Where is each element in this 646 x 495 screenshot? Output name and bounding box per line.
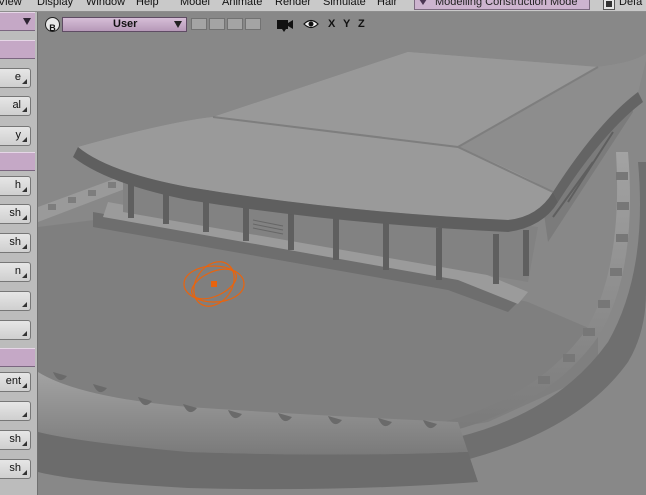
menu-render[interactable]: Render [275, 0, 311, 8]
tool-button[interactable] [0, 401, 31, 421]
menu-animate[interactable]: Animate [222, 0, 262, 8]
panel-section-header[interactable] [0, 348, 35, 367]
viewport-slot[interactable] [227, 18, 243, 30]
scene-render [38, 12, 646, 495]
tool-button[interactable]: sh [0, 204, 31, 224]
defaults-label[interactable]: Defa [619, 0, 642, 8]
construction-mode-label: Modelling Construction Mode [435, 0, 578, 8]
triangle-down-icon [419, 0, 427, 5]
menu-help[interactable]: Help [136, 0, 159, 8]
axis-y-button[interactable]: Y [343, 18, 350, 30]
triangle-down-icon [23, 18, 31, 25]
viewport-toolbar: B User X Y Z [38, 12, 646, 36]
viewport-slot[interactable] [245, 18, 261, 30]
menu-display[interactable]: Display [37, 0, 73, 8]
view-badge[interactable]: B [45, 17, 60, 33]
defaults-icon[interactable] [603, 0, 615, 10]
viewport-slot[interactable] [191, 18, 207, 30]
3d-viewport[interactable]: B User X Y Z [38, 12, 646, 495]
tool-button[interactable]: al [0, 96, 31, 116]
panel-section-header[interactable] [0, 12, 35, 31]
axis-z-button[interactable]: Z [358, 18, 365, 30]
tool-button[interactable]: ent [0, 372, 31, 392]
axis-x-button[interactable]: X [328, 18, 335, 30]
tool-button[interactable] [0, 320, 31, 340]
tool-button[interactable]: n [0, 262, 31, 282]
menu-view[interactable]: View [0, 0, 22, 8]
construction-mode-select[interactable]: Modelling Construction Mode [414, 0, 590, 10]
menu-simulate[interactable]: Simulate [323, 0, 366, 8]
camera-icon[interactable] [276, 17, 294, 33]
triangle-down-icon [174, 21, 182, 28]
menu-model[interactable]: Model [180, 0, 210, 8]
menu-bar: View Display Window Help Model Animate R… [0, 0, 646, 12]
tool-button[interactable]: sh [0, 430, 31, 450]
menu-window[interactable]: Window [86, 0, 125, 8]
camera-select[interactable]: User [62, 17, 187, 32]
tool-button[interactable]: e [0, 68, 31, 88]
tool-button[interactable] [0, 291, 31, 311]
tool-button[interactable]: y [0, 126, 31, 146]
panel-section-header[interactable] [0, 152, 35, 171]
camera-select-label: User [113, 18, 138, 30]
tool-button[interactable]: sh [0, 459, 31, 479]
panel-section-header[interactable] [0, 40, 35, 59]
viewport-slot[interactable] [209, 18, 225, 30]
tool-button[interactable]: sh [0, 233, 31, 253]
eye-icon[interactable] [303, 18, 319, 30]
tool-button[interactable]: h [0, 176, 31, 196]
menu-hair[interactable]: Hair [377, 0, 397, 8]
left-tool-panel: e al y h sh sh n ent sh sh [0, 12, 38, 495]
